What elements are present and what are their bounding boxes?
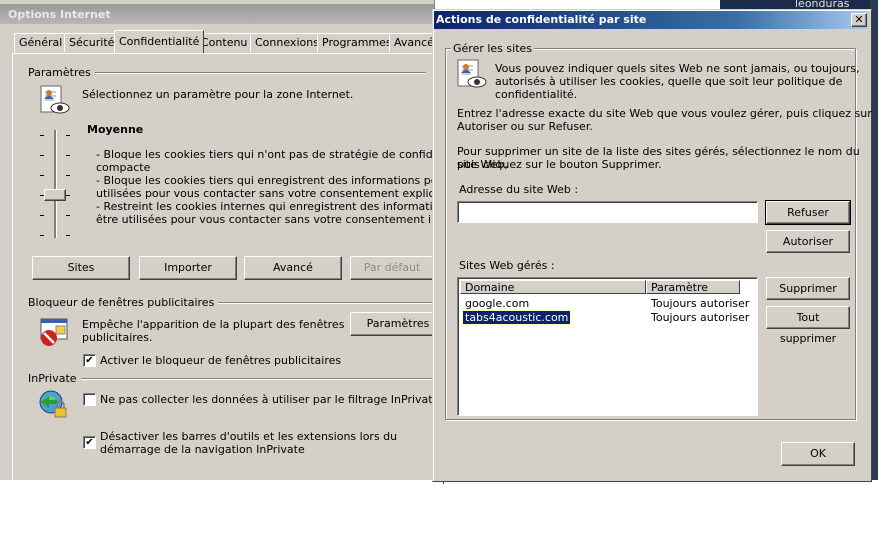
enable-popup-blocker-checkbox[interactable]: ✔ [83,354,96,367]
parametres-section-label: Paramètres [28,66,95,79]
remove-button[interactable]: Supprimer [766,277,850,300]
privacy-slider-track [54,130,57,238]
site-domain-cell[interactable]: tabs4acoustic.com [461,310,572,325]
slider-tick [40,175,44,176]
site-domain-cell[interactable]: google.com [465,297,529,310]
slider-tick [40,215,44,216]
dialog-intro-text: confidentialité. [495,88,578,101]
slider-tick [66,155,70,156]
dialog-title: Actions de confidentialité par site [436,13,647,26]
close-icon[interactable]: ✕ [851,13,867,27]
site-setting-cell[interactable]: Toujours autoriser [651,311,749,324]
section-divider [86,72,426,74]
privacy-slider-thumb[interactable] [44,189,66,201]
privacy-settings-icon [455,58,487,90]
inprivate-section-label: InPrivate [28,372,81,385]
privacy-level-name: Moyenne [87,123,144,136]
enable-popup-blocker-label: Activer le bloqueur de fenêtres publicit… [100,354,342,367]
popup-blocker-icon [38,316,70,348]
privacy-level-detail: - Restreint les cookies internes qui enr… [96,200,434,213]
tab-connexions[interactable]: Connexions [250,33,324,52]
slider-tick [66,235,70,236]
site-setting-cell[interactable]: Toujours autoriser [651,297,749,310]
disable-toolbars-label: démarrage de la navigation InPrivate [100,443,305,456]
dialog-instructions: Autoriser ou sur Refuser. [457,120,593,133]
section-divider [80,378,434,380]
disable-toolbars-checkbox[interactable]: ✔ [83,436,96,449]
slider-tick [66,195,70,196]
popup-blocker-description: publicitaires. [82,331,153,344]
parametres-description: Sélectionnez un paramètre pour la zone I… [82,88,354,101]
column-header-setting[interactable]: Paramètre [646,280,740,294]
slider-tick [40,135,44,136]
slider-tick [66,135,70,136]
popup-blocker-section-label: Bloqueur de fenêtres publicitaires [28,296,219,309]
slider-tick [66,215,70,216]
advanced-button[interactable]: Avancé [244,256,342,280]
block-button[interactable]: Refuser [765,200,851,225]
dialog-instructions: Entrez l'adresse exacte du site Web que … [457,107,872,120]
allow-button[interactable]: Autoriser [766,230,850,253]
tab-confidentialite[interactable]: Confidentialité [114,30,205,53]
inprivate-filtering-checkbox[interactable] [83,393,96,406]
inprivate-icon [38,388,70,420]
dialog-instructions: puis cliquez sur le bouton Supprimer. [457,158,662,171]
popup-blocker-description: Empêche l'apparition de la plupart des f… [82,318,345,331]
inprivate-filtering-label: Ne pas collecter les données à utiliser … [100,393,440,406]
import-button[interactable]: Importer [139,256,237,280]
internet-options-title: Options Internet [8,8,111,21]
manage-sites-group-label: Gérer les sites [451,42,535,55]
tab-programmes[interactable]: Programmes [317,33,397,52]
privacy-level-detail: être utilisées pour vous contacter sans … [96,213,434,226]
privacy-settings-icon [38,84,70,116]
privacy-level-detail: compacte [96,161,151,174]
tab-securite[interactable]: Sécurité [64,33,120,52]
sites-button[interactable]: Sites [32,256,130,280]
slider-tick [40,235,44,236]
slider-tick [40,155,44,156]
tab-contenu[interactable]: Contenu [196,33,253,52]
privacy-level-detail: utilisées pour vous contacter sans votre… [96,187,434,200]
slider-tick [66,175,70,176]
managed-sites-label: Sites Web gérés : [459,259,555,272]
dialog-intro-text: autorisés à utiliser les cookies, quelle… [495,75,843,88]
tab-general[interactable]: Général [14,33,68,52]
address-label: Adresse du site Web : [459,183,579,196]
privacy-level-detail: - Bloque les cookies tiers qui n'ont pas… [96,148,436,161]
website-address-input[interactable] [457,201,758,223]
privacy-level-detail: - Bloque les cookies tiers qui enregistr… [96,174,434,187]
dialog-intro-text: Vous pouvez indiquer quels sites Web ne … [495,62,860,75]
ok-button[interactable]: OK [781,442,855,466]
section-divider [196,302,434,304]
column-header-domain[interactable]: Domaine [460,280,646,294]
default-button[interactable]: Par défaut [350,256,434,280]
remove-all-button[interactable]: Tout supprimer [766,306,850,345]
disable-toolbars-label: Désactiver les barres d'outils et les ex… [100,430,398,443]
